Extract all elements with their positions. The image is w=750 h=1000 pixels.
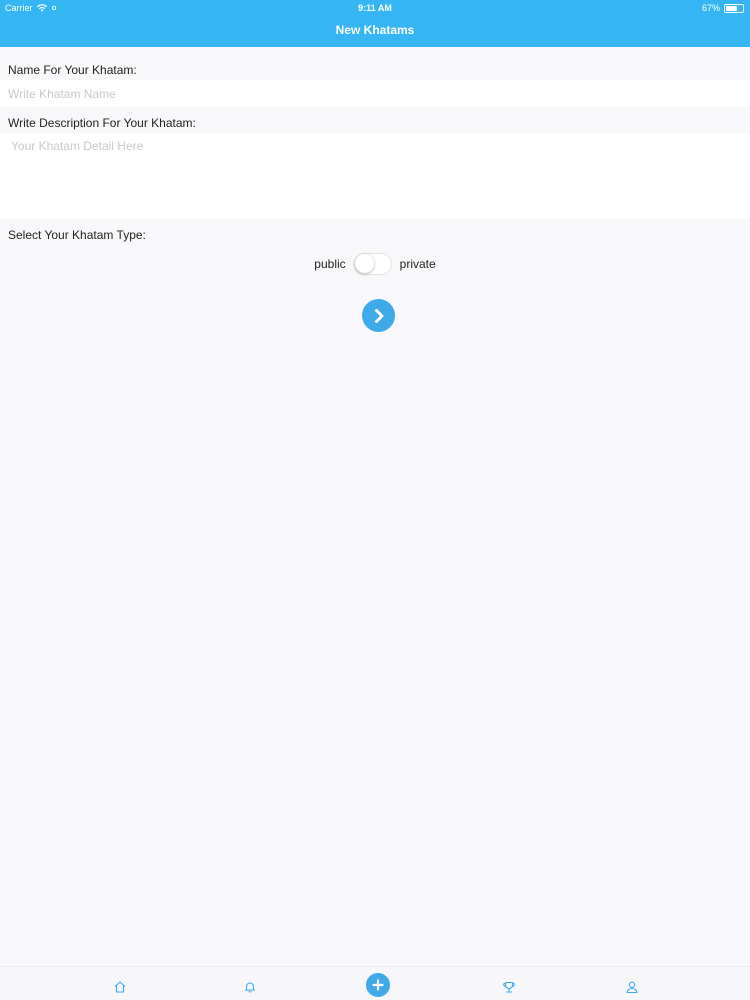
private-label: private [399,257,436,271]
description-field-container [0,133,750,219]
status-time: 9:11 AM [358,3,392,13]
page-title: New Khatams [335,23,415,37]
plus-icon [372,979,384,991]
switch-knob [354,254,374,273]
type-switch[interactable] [353,253,392,275]
name-label: Name For Your Khatam: [8,63,137,77]
bell-icon [244,982,256,993]
status-bar: Carrier 9:11 AM 67% [0,0,750,16]
chevron-right-icon [374,308,383,323]
public-label: public [314,257,346,271]
description-label: Write Description For Your Khatam: [8,116,196,130]
tab-achievements[interactable] [499,977,519,997]
battery-level [726,5,737,11]
tab-home[interactable] [110,977,130,997]
home-icon [114,981,126,993]
description-textarea[interactable] [11,139,739,213]
next-button[interactable] [362,299,395,332]
battery-percent: 67% [701,3,720,13]
tab-notifications[interactable] [240,977,260,997]
person-icon [626,981,638,994]
type-toggle-row: public private [0,253,750,275]
name-input[interactable] [8,87,742,101]
battery-icon [724,3,744,13]
status-battery-group: 67% [702,3,744,13]
navigation-bar: Carrier 9:11 AM 67% New Khatams [0,0,750,47]
type-label: Select Your Khatam Type: [8,228,146,242]
trophy-icon [503,981,515,993]
tab-profile[interactable] [622,977,642,997]
tab-bar [0,966,750,1000]
tab-add[interactable] [366,973,390,997]
name-field-container [0,80,750,106]
